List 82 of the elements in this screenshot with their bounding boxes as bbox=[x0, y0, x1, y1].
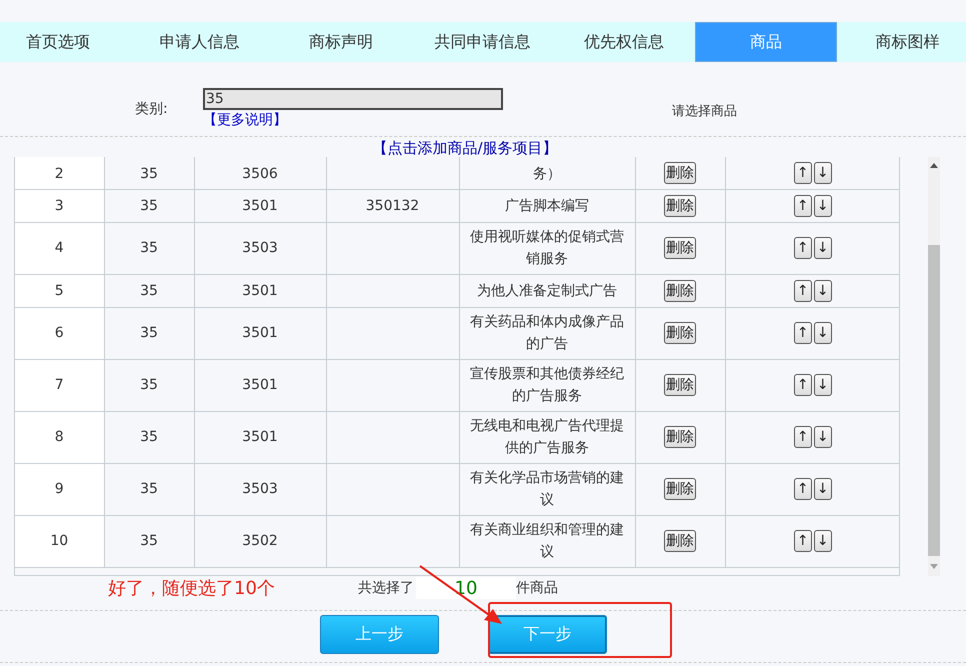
table-cell: 350132 bbox=[366, 198, 420, 214]
table-cell: 9 bbox=[54, 481, 64, 497]
move-down-button[interactable]: ↓ bbox=[814, 280, 832, 302]
table-cell: 2 bbox=[54, 166, 64, 182]
table-cell: 为他人准备定制式广告 bbox=[477, 282, 617, 298]
table-cell: 35 bbox=[140, 240, 158, 256]
tab[interactable]: 商标图样 bbox=[836, 22, 966, 62]
move-up-button[interactable]: ↑ bbox=[794, 426, 812, 448]
table-cell: 务） bbox=[533, 166, 561, 182]
count-label: 共选择了 bbox=[358, 579, 414, 597]
move-up-button[interactable]: ↑ bbox=[794, 478, 812, 500]
table-cell: 有关商业组织和管理的建议 bbox=[470, 522, 624, 560]
table-cell: 35 bbox=[140, 198, 158, 214]
scrollbar[interactable] bbox=[928, 157, 940, 576]
tab[interactable]: 商标声明 bbox=[270, 22, 412, 62]
delete-button[interactable]: 删除 bbox=[664, 237, 696, 259]
delete-button[interactable]: 删除 bbox=[664, 478, 696, 500]
move-down-button[interactable]: ↓ bbox=[814, 194, 832, 216]
table-cell: 3503 bbox=[242, 481, 278, 497]
tab[interactable]: 共同申请信息 bbox=[412, 22, 554, 62]
table-cell: 3501 bbox=[242, 429, 278, 445]
move-down-button[interactable]: ↓ bbox=[814, 322, 832, 344]
count-value: 10 bbox=[416, 577, 516, 599]
move-up-button[interactable]: ↑ bbox=[794, 162, 812, 184]
move-up-button[interactable]: ↑ bbox=[794, 237, 812, 259]
table-cell: 4 bbox=[54, 240, 64, 256]
delete-button[interactable]: 删除 bbox=[664, 322, 696, 344]
add-item-link[interactable]: 【点击添加商品/服务项目】 bbox=[372, 139, 558, 157]
move-down-button[interactable]: ↓ bbox=[814, 374, 832, 396]
table-cell: 3501 bbox=[242, 377, 278, 393]
delete-button[interactable]: 删除 bbox=[664, 194, 696, 216]
count-unit: 件商品 bbox=[516, 579, 558, 597]
table-cell: 3501 bbox=[242, 325, 278, 341]
move-up-button[interactable]: ↑ bbox=[794, 374, 812, 396]
table-cell: 5 bbox=[54, 282, 64, 298]
table-cell: 宣传股票和其他债券经纪的广告服务 bbox=[470, 366, 624, 404]
delete-button[interactable]: 删除 bbox=[664, 162, 696, 184]
table-cell: 3502 bbox=[242, 533, 278, 549]
more-info-link[interactable]: 【更多说明】 bbox=[203, 111, 503, 129]
table-cell: 广告脚本编写 bbox=[505, 198, 589, 214]
move-up-button[interactable]: ↑ bbox=[794, 194, 812, 216]
move-up-button[interactable]: ↑ bbox=[794, 530, 812, 552]
table-cell: 3 bbox=[54, 198, 64, 214]
delete-button[interactable]: 删除 bbox=[664, 374, 696, 396]
move-down-button[interactable]: ↓ bbox=[814, 478, 832, 500]
delete-button[interactable]: 删除 bbox=[664, 530, 696, 552]
table-cell: 6 bbox=[54, 325, 64, 341]
scroll-up-icon[interactable] bbox=[930, 163, 938, 168]
move-down-button[interactable]: ↓ bbox=[814, 162, 832, 184]
tab[interactable]: 首页选项 bbox=[0, 22, 129, 62]
annotation-note: 好了，随便选了10个 bbox=[108, 577, 276, 600]
scroll-down-icon[interactable] bbox=[930, 564, 938, 569]
table-cell: 有关化学品市场营销的建议 bbox=[470, 470, 624, 508]
move-down-button[interactable]: ↓ bbox=[814, 426, 832, 448]
table-cell: 35 bbox=[140, 325, 158, 341]
table-cell: 35 bbox=[140, 377, 158, 393]
delete-button[interactable]: 删除 bbox=[664, 426, 696, 448]
move-up-button[interactable]: ↑ bbox=[794, 280, 812, 302]
delete-button[interactable]: 删除 bbox=[664, 280, 696, 302]
table-cell: 3506 bbox=[242, 166, 278, 182]
table-cell: 3501 bbox=[242, 282, 278, 298]
table-cell: 3503 bbox=[242, 240, 278, 256]
table-cell: 10 bbox=[50, 533, 68, 549]
table-cell: 无线电和电视广告代理提供的广告服务 bbox=[470, 418, 624, 456]
table-cell: 35 bbox=[140, 533, 158, 549]
table-cell: 使用视听媒体的促销式营销服务 bbox=[470, 229, 624, 267]
table-cell: 有关药品和体内成像产品的广告 bbox=[470, 314, 624, 352]
table-cell: 35 bbox=[140, 282, 158, 298]
table-cell: 3501 bbox=[242, 198, 278, 214]
move-down-button[interactable]: ↓ bbox=[814, 237, 832, 259]
tab[interactable]: 申请人信息 bbox=[128, 22, 270, 62]
hint-text: 请选择商品 bbox=[672, 103, 737, 120]
table-cell: 35 bbox=[140, 481, 158, 497]
table-cell: 35 bbox=[140, 429, 158, 445]
category-label: 类别: bbox=[135, 100, 169, 118]
move-up-button[interactable]: ↑ bbox=[794, 322, 812, 344]
table-cell: 8 bbox=[54, 429, 64, 445]
move-down-button[interactable]: ↓ bbox=[814, 530, 832, 552]
category-field[interactable]: 35 bbox=[203, 88, 503, 110]
table-cell: 35 bbox=[140, 166, 158, 182]
table-cell: 7 bbox=[54, 377, 64, 393]
tab[interactable]: 优先权信息 bbox=[553, 22, 695, 62]
